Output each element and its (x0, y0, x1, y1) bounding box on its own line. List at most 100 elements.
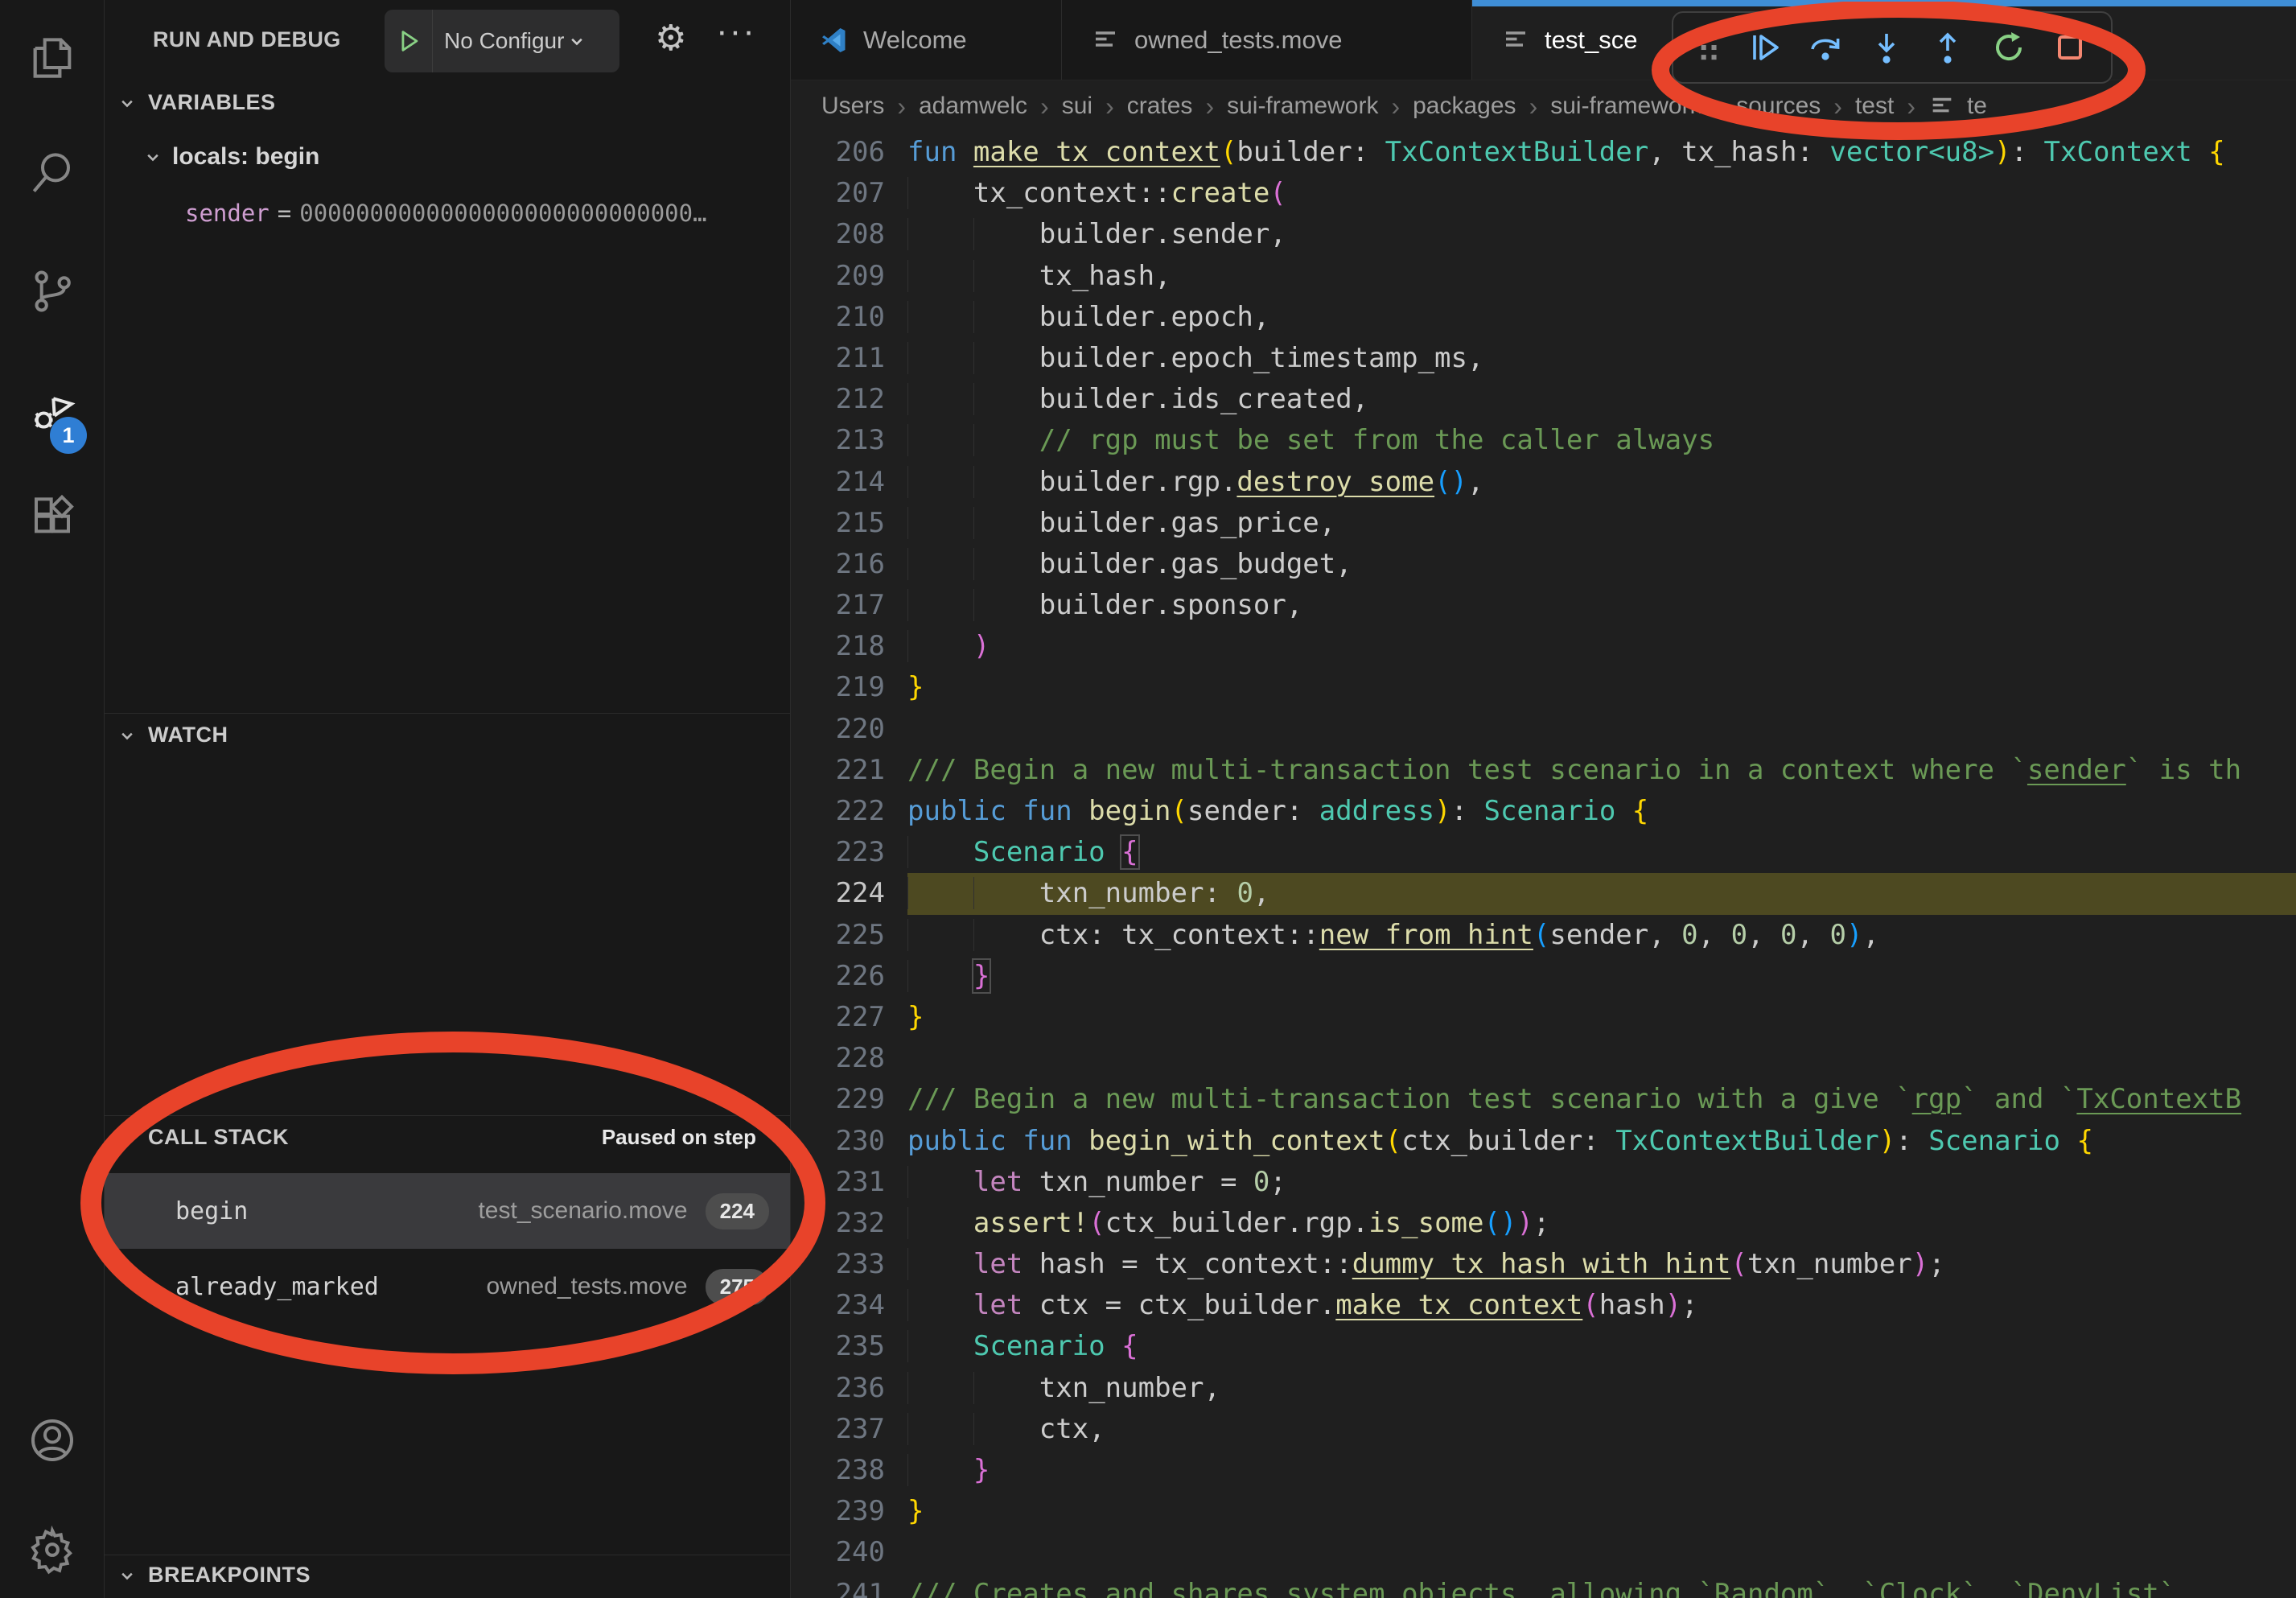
sidebar-item-source-control[interactable] (0, 253, 105, 330)
code-line-211[interactable]: 211 builder.epoch_timestamp_ms, (791, 338, 2296, 379)
line-number[interactable]: 228 (791, 1038, 885, 1079)
call-stack-frame-already_marked[interactable]: already_markedowned_tests.move275 (105, 1249, 790, 1324)
line-number[interactable]: 227 (791, 997, 885, 1038)
code-line-206[interactable]: 206fun make_tx_context(builder: TxContex… (791, 132, 2296, 173)
drag-handle-icon[interactable] (1686, 25, 1731, 70)
line-number[interactable]: 239 (791, 1491, 885, 1532)
line-number[interactable]: 208 (791, 214, 885, 255)
variables-section-header[interactable]: VARIABLES (116, 90, 276, 115)
start-debugging-button[interactable] (385, 10, 433, 72)
call-stack-section-header[interactable]: CALL STACK Paused on step (116, 1125, 767, 1150)
line-number[interactable]: 233 (791, 1244, 885, 1285)
stop-button[interactable] (2042, 19, 2098, 76)
code-line-222[interactable]: 222public fun begin(sender: address): Sc… (791, 791, 2296, 832)
breadcrumb-item[interactable]: sui-framework (1227, 93, 1378, 120)
line-number[interactable]: 212 (791, 379, 885, 420)
variable-row-sender[interactable]: sender=0000000000000000000000000000… (185, 200, 707, 227)
line-number[interactable]: 238 (791, 1450, 885, 1491)
restart-button[interactable] (1981, 19, 2037, 76)
tab-welcome[interactable]: Welcome (791, 0, 1062, 80)
code-line-213[interactable]: 213 // rgp must be set from the caller a… (791, 420, 2296, 461)
line-number[interactable]: 210 (791, 297, 885, 338)
code-line-241[interactable]: 241/// Creates and shares system objects… (791, 1574, 2296, 1598)
code-line-219[interactable]: 219} (791, 667, 2296, 708)
code-line-232[interactable]: 232 assert!(ctx_builder.rgp.is_some()); (791, 1203, 2296, 1244)
line-number[interactable]: 229 (791, 1079, 885, 1120)
debug-settings-gear-icon[interactable]: ⚙ (655, 18, 686, 59)
line-number[interactable]: 209 (791, 256, 885, 297)
code-line-223[interactable]: 223 Scenario { (791, 832, 2296, 873)
code-line-217[interactable]: 217 builder.sponsor, (791, 585, 2296, 626)
breadcrumb-file[interactable]: te (1928, 93, 1987, 120)
code-line-218[interactable]: 218 ) (791, 626, 2296, 667)
code-line-239[interactable]: 239} (791, 1491, 2296, 1532)
code-line-224[interactable]: 224 txn_number: 0, (791, 873, 2296, 914)
code-line-220[interactable]: 220 (791, 709, 2296, 750)
step-out-button[interactable] (1920, 19, 1976, 76)
code-line-236[interactable]: 236 txn_number, (791, 1368, 2296, 1409)
breadcrumb-item[interactable]: sources (1736, 93, 1821, 120)
breadcrumb-item[interactable]: packages (1413, 93, 1516, 120)
line-number[interactable]: 234 (791, 1285, 885, 1326)
code-line-215[interactable]: 215 builder.gas_price, (791, 503, 2296, 544)
code-line-230[interactable]: 230public fun begin_with_context(ctx_bui… (791, 1121, 2296, 1162)
code-line-235[interactable]: 235 Scenario { (791, 1326, 2296, 1367)
sidebar-item-extensions[interactable] (0, 479, 105, 556)
code-line-208[interactable]: 208 builder.sender, (791, 214, 2296, 255)
continue-button[interactable] (1736, 19, 1792, 76)
line-number[interactable]: 219 (791, 667, 885, 708)
code-line-234[interactable]: 234 let ctx = ctx_builder.make_tx_contex… (791, 1285, 2296, 1326)
line-number[interactable]: 235 (791, 1326, 885, 1367)
breadcrumb-item[interactable]: adamwelc (919, 93, 1027, 120)
sidebar-item-explorer[interactable] (0, 19, 105, 97)
code-line-231[interactable]: 231 let txn_number = 0; (791, 1162, 2296, 1203)
code-editor[interactable]: 206fun make_tx_context(builder: TxContex… (791, 132, 2296, 1598)
breadcrumb-item[interactable]: sui-framework (1550, 93, 1701, 120)
line-number[interactable]: 207 (791, 173, 885, 214)
line-number[interactable]: 214 (791, 462, 885, 503)
line-number[interactable]: 230 (791, 1121, 885, 1162)
code-line-226[interactable]: 226 } (791, 956, 2296, 997)
step-into-button[interactable] (1858, 19, 1915, 76)
code-line-227[interactable]: 227} (791, 997, 2296, 1038)
debug-configuration-dropdown[interactable]: No Configur (385, 10, 619, 72)
code-line-207[interactable]: 207 tx_context::create( (791, 173, 2296, 214)
code-line-238[interactable]: 238 } (791, 1450, 2296, 1491)
line-number[interactable]: 224 (791, 873, 885, 914)
line-number[interactable]: 226 (791, 956, 885, 997)
code-line-229[interactable]: 229/// Begin a new multi-transaction tes… (791, 1079, 2296, 1120)
code-line-209[interactable]: 209 tx_hash, (791, 256, 2296, 297)
breadcrumb-item[interactable]: crates (1127, 93, 1193, 120)
sidebar-item-run-and-debug[interactable]: 1 (0, 372, 105, 449)
code-line-216[interactable]: 216 builder.gas_budget, (791, 544, 2296, 585)
code-line-233[interactable]: 233 let hash = tx_context::dummy_tx_hash… (791, 1244, 2296, 1285)
code-line-228[interactable]: 228 (791, 1038, 2296, 1079)
code-line-210[interactable]: 210 builder.epoch, (791, 297, 2296, 338)
line-number[interactable]: 223 (791, 832, 885, 873)
breadcrumb-item[interactable]: test (1855, 93, 1894, 120)
code-line-225[interactable]: 225 ctx: tx_context::new_from_hint(sende… (791, 915, 2296, 956)
line-number[interactable]: 213 (791, 420, 885, 461)
call-stack-frame-begin[interactable]: begintest_scenario.move224 (105, 1173, 790, 1249)
line-number[interactable]: 241 (791, 1574, 885, 1598)
line-number[interactable]: 218 (791, 626, 885, 667)
line-number[interactable]: 215 (791, 503, 885, 544)
code-line-214[interactable]: 214 builder.rgp.destroy_some(), (791, 462, 2296, 503)
line-number[interactable]: 216 (791, 544, 885, 585)
line-number[interactable]: 232 (791, 1203, 885, 1244)
line-number[interactable]: 206 (791, 132, 885, 173)
line-number[interactable]: 236 (791, 1368, 885, 1409)
more-actions-icon[interactable]: ··· (716, 11, 756, 51)
sidebar-item-search[interactable] (0, 134, 105, 212)
line-number[interactable]: 240 (791, 1532, 885, 1573)
code-line-237[interactable]: 237 ctx, (791, 1409, 2296, 1450)
code-line-240[interactable]: 240 (791, 1532, 2296, 1573)
breakpoints-section-header[interactable]: BREAKPOINTS (116, 1563, 311, 1588)
code-line-212[interactable]: 212 builder.ids_created, (791, 379, 2296, 420)
settings-button[interactable] (0, 1511, 105, 1588)
line-number[interactable]: 211 (791, 338, 885, 379)
line-number[interactable]: 222 (791, 791, 885, 832)
line-number[interactable]: 217 (791, 585, 885, 626)
breadcrumb-item[interactable]: sui (1062, 93, 1092, 120)
breadcrumb-item[interactable]: Users (821, 93, 884, 120)
